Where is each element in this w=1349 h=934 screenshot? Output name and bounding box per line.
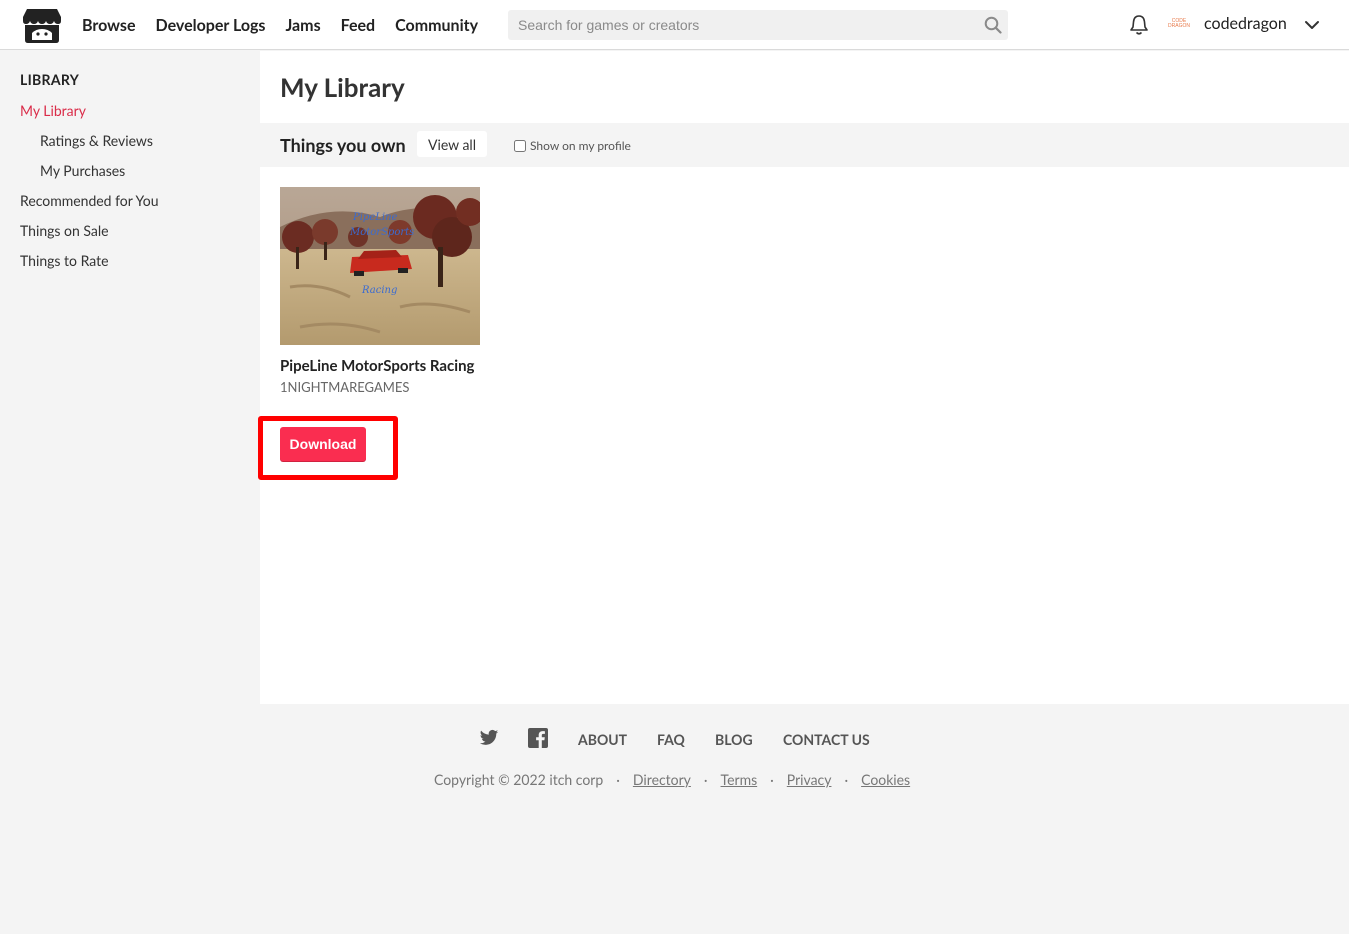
avatar[interactable]: CODE DRAGON: [1166, 14, 1192, 34]
copyright-row: Copyright © 2022 itch corp · Directory ·…: [434, 771, 911, 788]
nav-jams[interactable]: Jams: [285, 16, 320, 35]
footer-terms-link[interactable]: Terms: [721, 771, 758, 788]
bell-icon[interactable]: [1129, 14, 1149, 36]
username[interactable]: codedragon: [1204, 14, 1287, 33]
nav-browse[interactable]: Browse: [82, 16, 136, 35]
footer-contact-link[interactable]: CONTACT US: [783, 731, 870, 748]
page-title: My Library: [280, 71, 405, 103]
game-title[interactable]: PipeLine MotorSports Racing: [280, 357, 480, 376]
chevron-down-icon[interactable]: [1304, 17, 1320, 33]
nav-developer-logs[interactable]: Developer Logs: [156, 16, 266, 35]
search-input[interactable]: [508, 17, 978, 33]
nav-community[interactable]: Community: [395, 16, 478, 35]
sidebar-item-on-sale[interactable]: Things on Sale: [20, 222, 109, 239]
facebook-icon[interactable]: [528, 728, 548, 748]
sidebar-item-recommended[interactable]: Recommended for You: [20, 192, 159, 209]
view-all-button[interactable]: View all: [417, 131, 488, 157]
show-on-profile-checkbox[interactable]: [514, 139, 526, 152]
nav-feed[interactable]: Feed: [341, 16, 376, 35]
sidebar-item-my-library[interactable]: My Library: [20, 102, 86, 119]
show-on-profile-toggle[interactable]: Show on my profile: [514, 138, 631, 153]
show-on-profile-label: Show on my profile: [530, 138, 631, 153]
itch-logo-icon[interactable]: [22, 7, 62, 44]
footer-directory-link[interactable]: Directory: [633, 771, 691, 788]
sidebar-item-ratings-reviews[interactable]: Ratings & Reviews: [40, 132, 153, 149]
download-button[interactable]: Download: [280, 427, 366, 461]
footer-about-link[interactable]: ABOUT: [578, 731, 627, 748]
main-nav: Browse Developer Logs Jams Feed Communit…: [82, 0, 498, 50]
sidebar-item-to-rate[interactable]: Things to Rate: [20, 252, 108, 269]
game-cell: PipeLine MotorSports Racing PipeLine Mot…: [280, 187, 480, 395]
thumb-title-line1: PipeLine: [352, 212, 398, 223]
sidebar-item-my-purchases[interactable]: My Purchases: [40, 162, 125, 179]
top-header: Browse Developer Logs Jams Feed Communit…: [0, 0, 1349, 50]
section-title: Things you own: [280, 134, 406, 156]
sidebar-title: LIBRARY: [20, 71, 80, 88]
copyright-text: Copyright © 2022 itch corp: [434, 771, 604, 788]
footer-cookies-link[interactable]: Cookies: [861, 771, 910, 788]
footer-faq-link[interactable]: FAQ: [657, 731, 685, 748]
thumb-title-line2: MotorSports: [349, 227, 414, 238]
twitter-icon[interactable]: [479, 728, 499, 748]
footer-blog-link[interactable]: BLOG: [715, 731, 753, 748]
footer: ABOUT FAQ BLOG CONTACT US Copyright © 20…: [260, 704, 1349, 934]
thumb-title-line3: Racing: [361, 285, 397, 296]
search-icon[interactable]: [978, 10, 1008, 40]
game-thumbnail[interactable]: PipeLine MotorSports Racing: [280, 187, 480, 345]
search-box: [508, 10, 1008, 40]
library-sidebar: LIBRARY My Library Ratings & Reviews My …: [0, 51, 260, 704]
game-author[interactable]: 1NIGHTMAREGAMES: [280, 379, 480, 395]
footer-privacy-link[interactable]: Privacy: [787, 771, 832, 788]
owned-section-header: Things you own View all Show on my profi…: [260, 123, 1349, 167]
main-content: My Library Things you own View all Show …: [260, 51, 1349, 704]
